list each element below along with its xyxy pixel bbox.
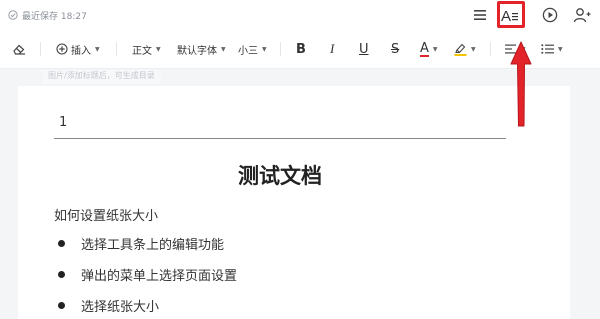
toolbar-divider (280, 42, 281, 56)
highlighter-icon (454, 43, 467, 56)
list-item-text: 选择工具条上的编辑功能 (81, 237, 225, 253)
font-size-label: 小三 (238, 45, 258, 57)
highlight-box (497, 1, 525, 28)
chevron-down-icon: ▼ (262, 45, 267, 53)
plus-circle-icon (56, 43, 68, 55)
list-item[interactable]: 选择纸张大小 (54, 295, 354, 315)
top-bar: 最近保存 18:27 A (0, 0, 600, 30)
add-user-button[interactable] (572, 5, 592, 25)
bullet-dot (58, 239, 65, 247)
list-item-text: 弹出的菜单上选择页面设置 (81, 268, 238, 284)
list-item[interactable]: 弹出的菜单上选择页面设置 (54, 264, 354, 284)
chevron-down-icon: ▼ (156, 45, 161, 53)
font-color-label: A (420, 40, 429, 57)
menu-icon[interactable] (470, 5, 490, 25)
chevron-down-icon: ▼ (558, 45, 563, 53)
chevron-down-icon: ▼ (221, 45, 226, 53)
document-page[interactable]: 1 测试文档 如何设置纸张大小 选择工具条上的编辑功能 弹出的菜单上选择页面设置… (18, 86, 570, 319)
play-icon (542, 7, 558, 23)
outline-tip: 图片/添加标题后，可生成目录 (42, 70, 161, 84)
field-underline (54, 138, 506, 139)
document-title[interactable]: 测试文档 (18, 160, 542, 190)
italic-button[interactable]: I (330, 30, 334, 68)
paragraph-style-dropdown[interactable]: 正文 ▼ (132, 30, 161, 68)
list-item[interactable]: 选择工具条上的编辑功能 (54, 233, 354, 253)
check-circle-icon (8, 10, 18, 20)
bullet-dot (58, 270, 65, 278)
bullet-list-icon (541, 44, 554, 54)
font-color-button[interactable]: A ▼ (420, 30, 438, 68)
font-family-dropdown[interactable]: 默认字体 ▼ (177, 30, 226, 68)
field-value[interactable]: 1 (59, 115, 67, 130)
list-item-text: 选择纸张大小 (81, 299, 160, 315)
chevron-down-icon: ▼ (432, 45, 438, 53)
toolbar-divider (40, 42, 41, 56)
annotation-arrow (510, 41, 532, 127)
strikethrough-button[interactable]: S (391, 30, 399, 68)
clear-format-button[interactable] (12, 30, 26, 68)
insert-label: 插入 (71, 45, 91, 57)
toolbar-divider (490, 42, 491, 56)
document-paragraph[interactable]: 如何设置纸张大小 (54, 205, 158, 224)
save-status: 最近保存 18:27 (8, 8, 87, 22)
font-size-dropdown[interactable]: 小三 ▼ (238, 30, 267, 68)
underline-button[interactable]: U (359, 30, 369, 68)
toolbar-divider (116, 42, 117, 56)
bold-button[interactable]: B (296, 30, 306, 68)
chevron-down-icon: ▼ (471, 45, 476, 53)
add-user-icon (573, 8, 591, 23)
play-button[interactable] (540, 5, 560, 25)
insert-button[interactable]: 插入 ▼ (56, 30, 100, 68)
eraser-icon (13, 44, 25, 55)
bullet-list-dropdown[interactable]: ▼ (541, 30, 563, 68)
font-family-label: 默认字体 (177, 45, 217, 57)
bullet-dot (58, 301, 65, 309)
save-status-text: 最近保存 18:27 (22, 11, 87, 22)
chevron-down-icon: ▼ (95, 45, 100, 53)
highlight-color-button[interactable]: ▼ (454, 30, 476, 68)
paragraph-style-label: 正文 (132, 45, 152, 57)
